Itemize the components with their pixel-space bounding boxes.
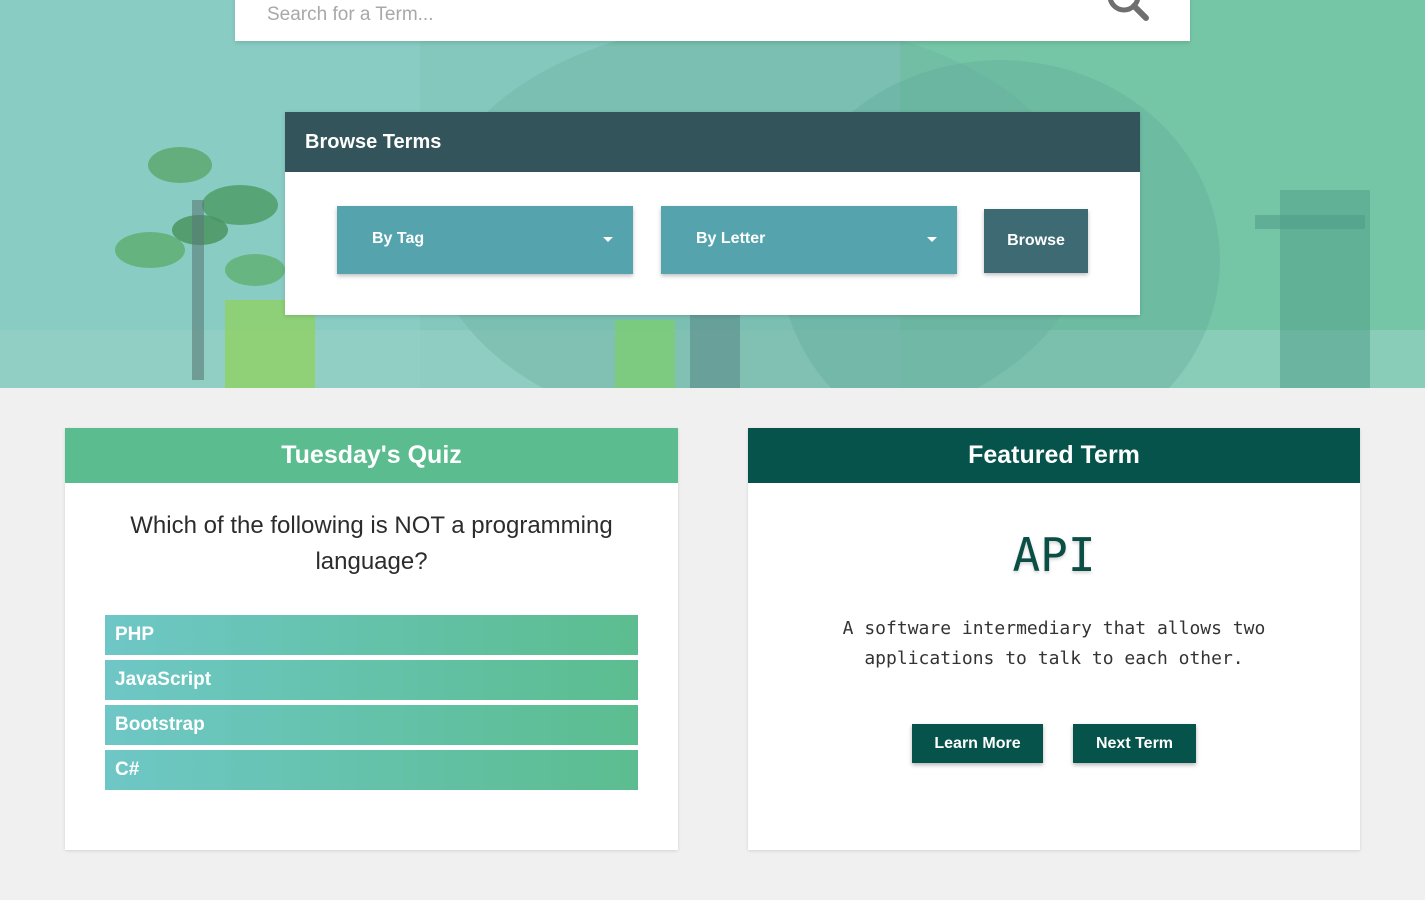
browse-button[interactable]: Browse [984,209,1088,273]
letter-dropdown-label: By Letter [696,230,766,247]
search-input[interactable] [267,0,1087,30]
letter-dropdown[interactable]: By Letter [661,206,957,274]
quiz-option-javascript[interactable]: JavaScript [105,660,638,700]
search-bar [235,0,1190,41]
quiz-title: Tuesday's Quiz [65,428,678,483]
hero-banner: Browse Terms By Tag By Letter Browse [0,0,1425,388]
tag-dropdown-label: By Tag [372,230,425,247]
learn-more-button[interactable]: Learn More [912,724,1043,763]
featured-term-title: Featured Term [748,428,1360,483]
featured-term-definition: A software intermediary that allows two … [842,618,1266,669]
quiz-option-php[interactable]: PHP [105,615,638,655]
caret-down-icon [603,237,613,242]
quiz-question: Which of the following is NOT a programm… [130,512,613,575]
search-icon[interactable] [1104,0,1154,28]
quiz-option-csharp[interactable]: C# [105,750,638,790]
browse-terms-title: Browse Terms [285,112,1140,172]
caret-down-icon [927,237,937,242]
featured-term-card: Featured Term API A software intermediar… [748,428,1360,850]
browse-terms-panel: Browse Terms By Tag By Letter Browse [285,112,1140,315]
quiz-option-bootstrap[interactable]: Bootstrap [105,705,638,745]
quiz-card: Tuesday's Quiz Which of the following is… [65,428,678,850]
featured-term-word: API [1012,528,1096,582]
tag-dropdown[interactable]: By Tag [337,206,633,274]
next-term-button[interactable]: Next Term [1073,724,1196,763]
quiz-options-list: PHP JavaScript Bootstrap C# [105,615,638,795]
